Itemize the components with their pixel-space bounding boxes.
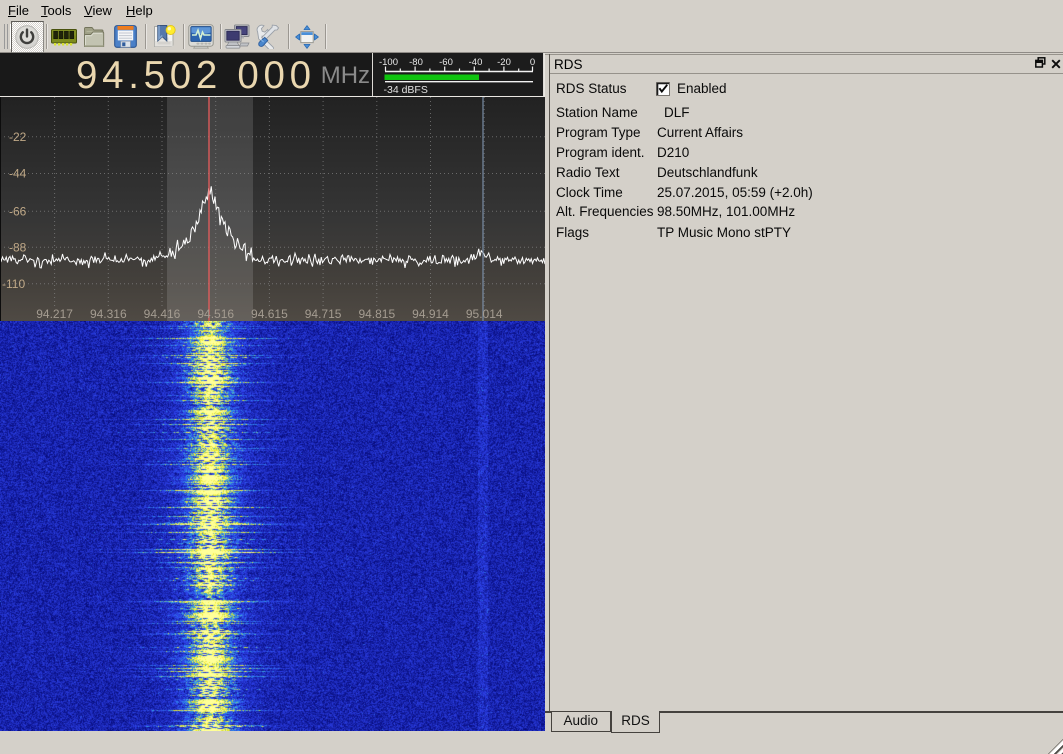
svg-text:94.914: 94.914 xyxy=(412,307,449,321)
svg-text:-40: -40 xyxy=(469,57,483,68)
svg-text:-22: -22 xyxy=(9,130,27,144)
svg-text:-44: -44 xyxy=(9,167,27,181)
svg-text:-100: -100 xyxy=(379,57,398,68)
svg-text:-80: -80 xyxy=(409,57,423,68)
svg-text:-110: -110 xyxy=(2,277,25,291)
svg-text:94.217: 94.217 xyxy=(36,307,73,321)
svg-text:94.615: 94.615 xyxy=(251,307,288,321)
svg-text:-66: -66 xyxy=(9,205,27,219)
svg-text:-60: -60 xyxy=(439,57,453,68)
svg-text:-20: -20 xyxy=(497,57,511,68)
svg-text:0: 0 xyxy=(530,57,535,68)
svg-text:94.316: 94.316 xyxy=(90,307,127,321)
svg-text:-88: -88 xyxy=(9,241,27,255)
svg-text:94.715: 94.715 xyxy=(305,307,342,321)
svg-text:94.516: 94.516 xyxy=(197,307,234,321)
svg-text:94.416: 94.416 xyxy=(144,307,181,321)
svg-text:95.014: 95.014 xyxy=(466,307,503,321)
svg-text:94.815: 94.815 xyxy=(358,307,395,321)
svg-text:-34 dBFS: -34 dBFS xyxy=(384,84,428,96)
